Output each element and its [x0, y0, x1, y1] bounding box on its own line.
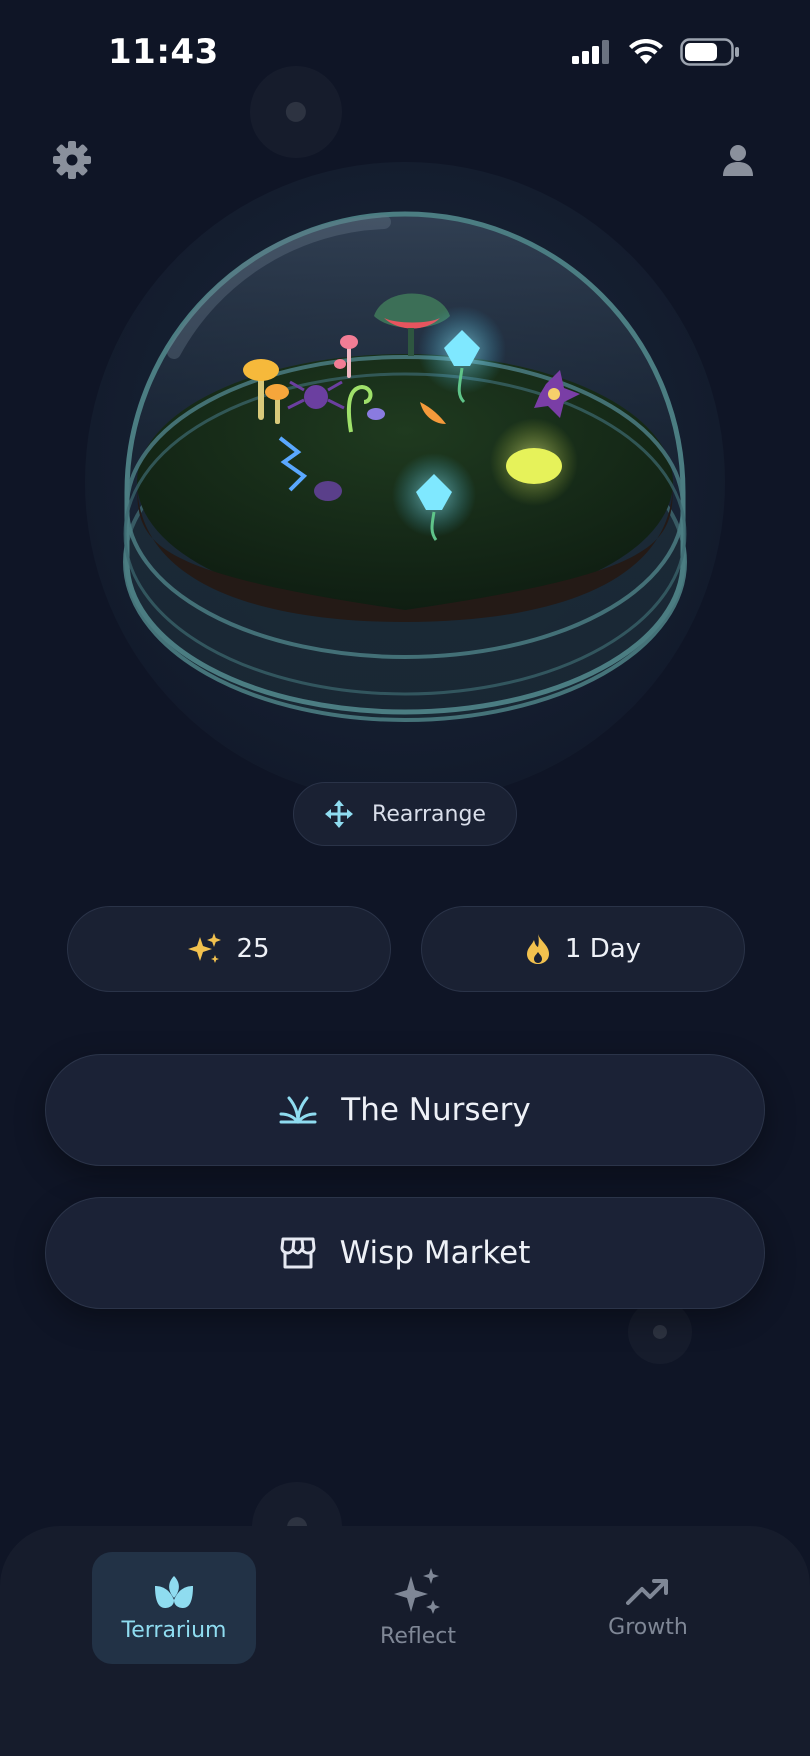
rearrange-label: Rearrange [372, 801, 486, 827]
flame-icon [526, 934, 549, 964]
nursery-button[interactable]: The Nursery [45, 1054, 765, 1166]
status-time: 11:43 [108, 32, 219, 72]
tab-reflect-label: Reflect [380, 1623, 456, 1649]
tab-growth-label: Growth [608, 1614, 688, 1640]
status-bar: 11:43 [0, 0, 810, 110]
lotus-icon [155, 1575, 193, 1608]
sparkles-icon [394, 1567, 440, 1614]
status-icons [572, 38, 740, 66]
tab-growth[interactable]: Growth [566, 1552, 730, 1664]
streak-counter: 1 Day [421, 906, 745, 992]
wisp-market-button[interactable]: Wisp Market [45, 1197, 765, 1309]
trending-up-icon [626, 1578, 668, 1605]
cellular-signal-icon [572, 40, 609, 64]
move-arrows-icon [325, 800, 354, 828]
streak-label: 1 Day [564, 934, 642, 964]
bottom-tab-bar: Terrarium Reflect Growth [0, 1526, 810, 1756]
tab-reflect[interactable]: Reflect [336, 1552, 500, 1664]
tab-terrarium[interactable]: Terrarium [92, 1552, 256, 1664]
tab-terrarium-label: Terrarium [121, 1617, 227, 1643]
battery-icon [680, 38, 739, 66]
rearrange-button[interactable]: Rearrange [293, 782, 517, 846]
sparkles-balance: 25 [67, 906, 391, 992]
background-orb [628, 1300, 692, 1364]
sprout-icon [279, 1096, 317, 1124]
sparkles-icon [188, 933, 222, 963]
nursery-label: The Nursery [341, 1092, 531, 1128]
storefront-icon [280, 1237, 316, 1269]
person-icon [723, 145, 753, 176]
terrarium-illustration[interactable] [84, 162, 726, 802]
wifi-icon [629, 39, 663, 64]
wisp-market-label: Wisp Market [339, 1235, 531, 1271]
sparkles-count: 25 [236, 934, 270, 964]
